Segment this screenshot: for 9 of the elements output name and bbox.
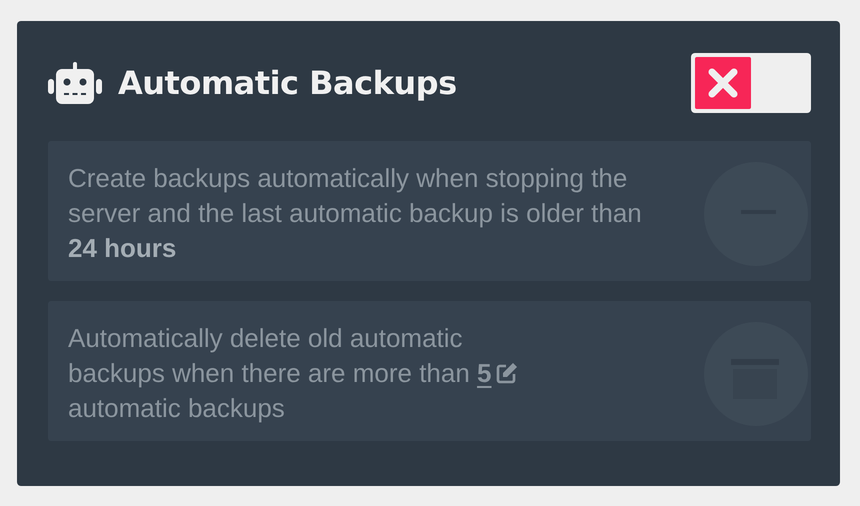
card-title: Automatic Backups (118, 64, 458, 102)
edit-icon (494, 361, 518, 385)
toggle-switch[interactable] (691, 53, 811, 113)
option-description: Automatically delete old automatic (68, 322, 463, 355)
close-icon (706, 66, 740, 100)
option-description: automatic backups (68, 392, 285, 425)
option-description: Create backups automatically when stopping the server and the last automatic backup is older than 24 hours (68, 162, 643, 265)
option-description: backups when there are more than (68, 358, 470, 388)
robot-icon (48, 62, 102, 104)
